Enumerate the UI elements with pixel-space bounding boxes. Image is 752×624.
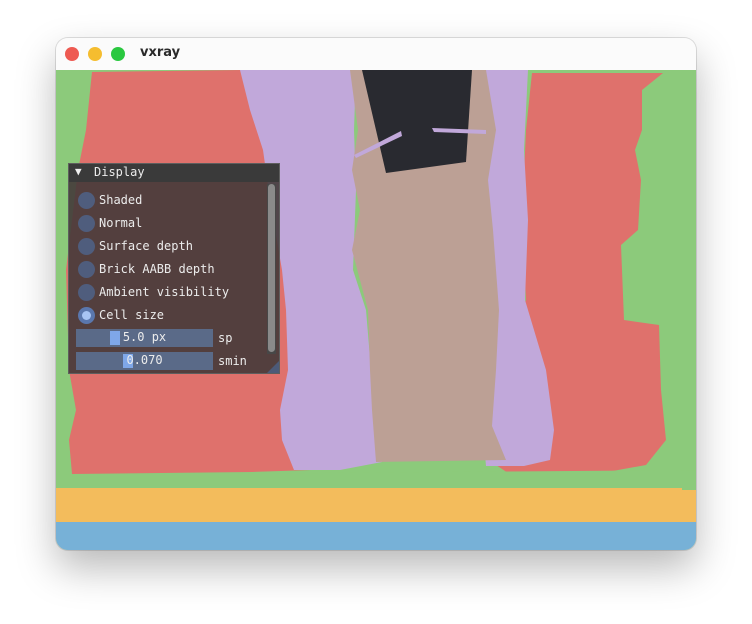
resize-grip[interactable] (267, 361, 279, 373)
radio-label: Normal (99, 216, 143, 230)
slider-label-smin: smin (218, 354, 247, 368)
radio-circle[interactable] (78, 284, 95, 301)
slider-value: 5.0 px (122, 330, 167, 344)
radio-cell-size[interactable]: Cell size (76, 305, 266, 326)
slider-smin[interactable]: 0.070 (76, 352, 213, 370)
radio-ambient-visibility[interactable]: Ambient visibility (76, 282, 266, 303)
radio-label: Surface depth (99, 239, 193, 253)
render-viewport[interactable]: ▼ Display Shaded Normal Surface depth Br… (56, 70, 696, 550)
floor-strip-blue (56, 522, 696, 550)
minimize-button[interactable] (88, 47, 102, 61)
app-window: vxray ▼ Display Shaded Normal Surface de… (56, 38, 696, 550)
slider-label-sp: sp (218, 331, 233, 345)
radio-circle[interactable] (78, 215, 95, 232)
floor-strip-yellow (56, 488, 696, 524)
close-button[interactable] (65, 47, 79, 61)
panel-title: Display (94, 165, 145, 179)
scrollbar-thumb[interactable] (268, 184, 275, 352)
slider-value: 0.070 (126, 353, 163, 367)
collapse-icon[interactable]: ▼ (75, 165, 82, 178)
radio-circle-selected[interactable] (78, 307, 95, 324)
radio-surface-depth[interactable]: Surface depth (76, 236, 266, 257)
panel-header[interactable]: ▼ Display (69, 164, 279, 182)
radio-circle[interactable] (78, 261, 95, 278)
window-title: vxray (140, 45, 181, 60)
panel-scrollbar[interactable] (267, 184, 276, 354)
title-bar[interactable]: vxray (56, 38, 696, 71)
slider-sp[interactable]: 5.0 px (76, 329, 213, 347)
radio-shaded[interactable]: Shaded (76, 190, 266, 211)
maximize-button[interactable] (111, 47, 125, 61)
radio-brick-aabb-depth[interactable]: Brick AABB depth (76, 259, 266, 280)
radio-label: Cell size (99, 308, 165, 322)
radio-label: Ambient visibility (99, 285, 230, 299)
display-panel[interactable]: ▼ Display Shaded Normal Surface depth Br… (68, 163, 280, 374)
radio-circle[interactable] (78, 192, 95, 209)
radio-circle[interactable] (78, 238, 95, 255)
radio-normal[interactable]: Normal (76, 213, 266, 234)
radio-label: Brick AABB depth (99, 262, 215, 276)
radio-label: Shaded (99, 193, 143, 207)
